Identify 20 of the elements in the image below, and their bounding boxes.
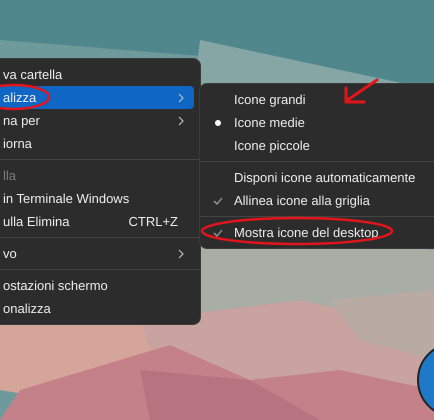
annotation-arrow — [344, 78, 378, 104]
chevron-icon — [178, 92, 184, 102]
menu-item[interactable]: Icone grandi — [200, 88, 434, 111]
menu-item[interactable]: iorna — [0, 132, 194, 155]
menu-item[interactable]: alizza — [0, 86, 194, 109]
menu-item[interactable]: ulla Elimina CTRL+Z — [0, 210, 194, 233]
menu-item[interactable]: ostazioni schermo — [0, 274, 194, 297]
menu-item[interactable]: in Terminale Windows — [0, 187, 194, 210]
menu-item[interactable]: vo — [0, 242, 194, 265]
chevron-icon — [178, 248, 184, 258]
menu-item[interactable]: Icone medie — [200, 111, 434, 134]
chevron-icon — [178, 116, 184, 126]
menu-item[interactable]: Mostra icone del desktop — [200, 221, 434, 244]
menu-item[interactable]: Disponi icone automaticamente — [200, 166, 434, 189]
menu-item[interactable]: onalizza — [0, 297, 194, 320]
menu-item[interactable]: va cartella — [0, 63, 194, 86]
menu-item[interactable]: Icone piccole — [200, 134, 434, 157]
menu-item[interactable]: na per — [0, 109, 194, 132]
shortcut-text: CTRL+Z — [128, 214, 178, 229]
menu-item[interactable]: Allinea icone alla griglia — [200, 189, 434, 212]
